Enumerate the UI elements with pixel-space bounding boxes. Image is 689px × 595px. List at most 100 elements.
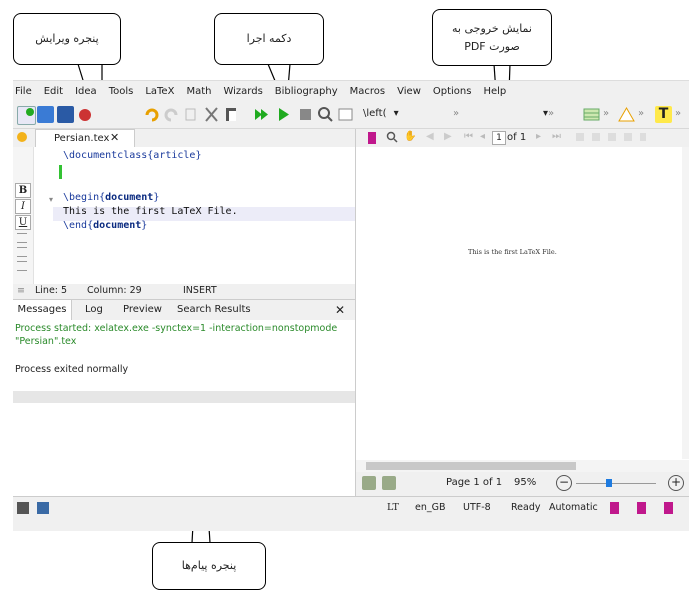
- toolbar-overflow-5[interactable]: »: [675, 108, 681, 119]
- save-icon[interactable]: [37, 106, 54, 123]
- callout-messages-window: پنجره پیام‌ها: [152, 542, 266, 590]
- callout-pdf-output: نمایش خروجی به صورت PDF: [432, 9, 552, 66]
- left-delimiter-value: \left(: [363, 108, 387, 119]
- lt-icon[interactable]: LT: [387, 497, 399, 519]
- toolbar-dropdown-2[interactable]: ▾»: [543, 108, 554, 119]
- messages-close-icon[interactable]: ✕: [335, 300, 345, 320]
- zoom-slider-handle[interactable]: [606, 479, 612, 487]
- menu-latex[interactable]: LaTeX: [145, 83, 174, 101]
- prev-page-icon[interactable]: ◂: [480, 131, 485, 142]
- menu-wizards[interactable]: Wizards: [223, 83, 262, 101]
- tab-messages[interactable]: Messages: [13, 300, 72, 320]
- scrollbar-thumb[interactable]: [366, 462, 576, 470]
- hand-tool-icon[interactable]: ✋: [404, 131, 416, 142]
- pdf-viewer[interactable]: This is the first LaTeX File.: [355, 147, 689, 472]
- first-page-icon[interactable]: ⏮: [464, 131, 473, 142]
- status-column: Column: 29: [87, 285, 142, 296]
- tab-close-icon[interactable]: ✕: [110, 131, 119, 144]
- menu-macros[interactable]: Macros: [350, 83, 385, 101]
- align-center-icon[interactable]: [17, 247, 27, 257]
- menu-file[interactable]: File: [15, 83, 32, 101]
- menu-tools[interactable]: Tools: [109, 83, 134, 101]
- toolbar-overflow-1[interactable]: »: [453, 108, 459, 119]
- tab-search-results[interactable]: Search Results: [177, 300, 251, 320]
- zoom-out-icon[interactable]: −: [556, 475, 572, 491]
- status-mode: INSERT: [183, 285, 217, 296]
- horizontal-scrollbar[interactable]: [356, 460, 689, 472]
- code-line-6: \end{document}: [63, 220, 148, 231]
- image-icon[interactable]: [337, 106, 354, 123]
- build-view-icon[interactable]: [253, 106, 270, 123]
- text-format-icon[interactable]: T: [655, 106, 672, 123]
- tab-preview[interactable]: Preview: [123, 300, 162, 320]
- callout-run-button: دکمه اجرا: [214, 13, 324, 65]
- panel-toggle-icon[interactable]: [17, 502, 29, 514]
- side-panel-strip: B I U: [13, 147, 34, 284]
- panel-toggle-icon-2[interactable]: [37, 502, 49, 514]
- tab-log[interactable]: Log: [85, 300, 103, 320]
- run-icon[interactable]: [275, 106, 292, 123]
- undo-icon[interactable]: [143, 106, 160, 123]
- callout-editor-window: پنجره ویرایش: [13, 13, 121, 65]
- structure-icon[interactable]: [17, 132, 27, 142]
- menu-bibliography[interactable]: Bibliography: [275, 83, 338, 101]
- align-left-icon[interactable]: [17, 233, 27, 243]
- forward-icon[interactable]: ▶: [444, 131, 452, 142]
- triangle-icon[interactable]: [618, 106, 635, 123]
- cut-icon[interactable]: [203, 106, 220, 123]
- editor-tab-bar: Persian.tex ✕: [13, 129, 355, 148]
- editor-area[interactable]: B I U ▾ \documentclass{article} \begin{d…: [13, 147, 355, 284]
- pdf-footer: Page 1 of 1 95% − +: [355, 472, 689, 496]
- status-expand-icon[interactable]: ≡: [17, 284, 25, 298]
- editor-status-bar: ≡ Line: 5 Column: 29 INSERT: [13, 284, 355, 298]
- menu-help[interactable]: Help: [483, 83, 506, 101]
- zoom-value[interactable]: 95%: [514, 477, 536, 488]
- menu-options[interactable]: Options: [433, 83, 472, 101]
- status-automatic[interactable]: Automatic: [549, 497, 598, 519]
- copy-icon[interactable]: [183, 106, 200, 123]
- pdf-toolbar: ✋ ◀ ▶ ⏮ ◂ 1 of 1 ▸ ⏭: [355, 129, 689, 148]
- callout-editor-window-text: پنجره ویرایش: [35, 32, 99, 45]
- underline-button[interactable]: U: [15, 215, 31, 230]
- stop-icon[interactable]: [297, 106, 314, 123]
- next-page-icon[interactable]: ▸: [536, 131, 541, 142]
- bookmark-3-icon[interactable]: [664, 502, 673, 514]
- close-file-icon[interactable]: [77, 106, 94, 123]
- toolbar-overflow-3[interactable]: »: [603, 108, 609, 119]
- zoom-slider[interactable]: [576, 483, 656, 484]
- bold-button[interactable]: B: [15, 183, 31, 198]
- sync-icon[interactable]: [362, 476, 376, 490]
- menu-view[interactable]: View: [397, 83, 421, 101]
- main-toolbar: \left( ▾ » ▾» » » T »: [13, 102, 689, 129]
- tab-persian-tex[interactable]: Persian.tex: [35, 129, 135, 147]
- menu-math[interactable]: Math: [186, 83, 211, 101]
- menu-edit[interactable]: Edit: [44, 83, 63, 101]
- bookmark-2-icon[interactable]: [637, 502, 646, 514]
- menu-bar: File Edit Idea Tools LaTeX Math Wizards Bibliog…: [13, 83, 689, 101]
- paste-icon[interactable]: [223, 106, 240, 123]
- save-all-icon[interactable]: [57, 106, 74, 123]
- vertical-scrollbar[interactable]: [682, 147, 689, 459]
- italic-button[interactable]: I: [15, 199, 31, 214]
- pdf-search-icon[interactable]: [386, 131, 398, 146]
- pdf-extra-tools[interactable]: [576, 133, 646, 141]
- encoding-selector[interactable]: UTF-8: [463, 497, 491, 519]
- fold-marker-icon[interactable]: ▾: [49, 195, 53, 204]
- table-icon[interactable]: [583, 106, 600, 123]
- sync-icon-2[interactable]: [382, 476, 396, 490]
- page-number-input[interactable]: 1: [492, 131, 506, 145]
- view-pdf-icon[interactable]: [317, 106, 334, 123]
- align-right-icon[interactable]: [17, 261, 27, 271]
- new-file-icon[interactable]: [17, 106, 36, 125]
- left-delimiter-select[interactable]: \left( ▾: [363, 108, 399, 119]
- bookmark-icon[interactable]: [368, 132, 376, 144]
- menu-idea[interactable]: Idea: [75, 83, 97, 101]
- last-page-icon[interactable]: ⏭: [552, 131, 561, 142]
- language-selector[interactable]: en_GB: [415, 497, 446, 519]
- callout-pdf-output-line2: صورت PDF: [464, 39, 520, 53]
- toolbar-overflow-4[interactable]: »: [638, 108, 644, 119]
- bookmark-1-icon[interactable]: [610, 502, 619, 514]
- redo-icon[interactable]: [163, 106, 180, 123]
- zoom-in-icon[interactable]: +: [668, 475, 684, 491]
- back-icon[interactable]: ◀: [426, 131, 434, 142]
